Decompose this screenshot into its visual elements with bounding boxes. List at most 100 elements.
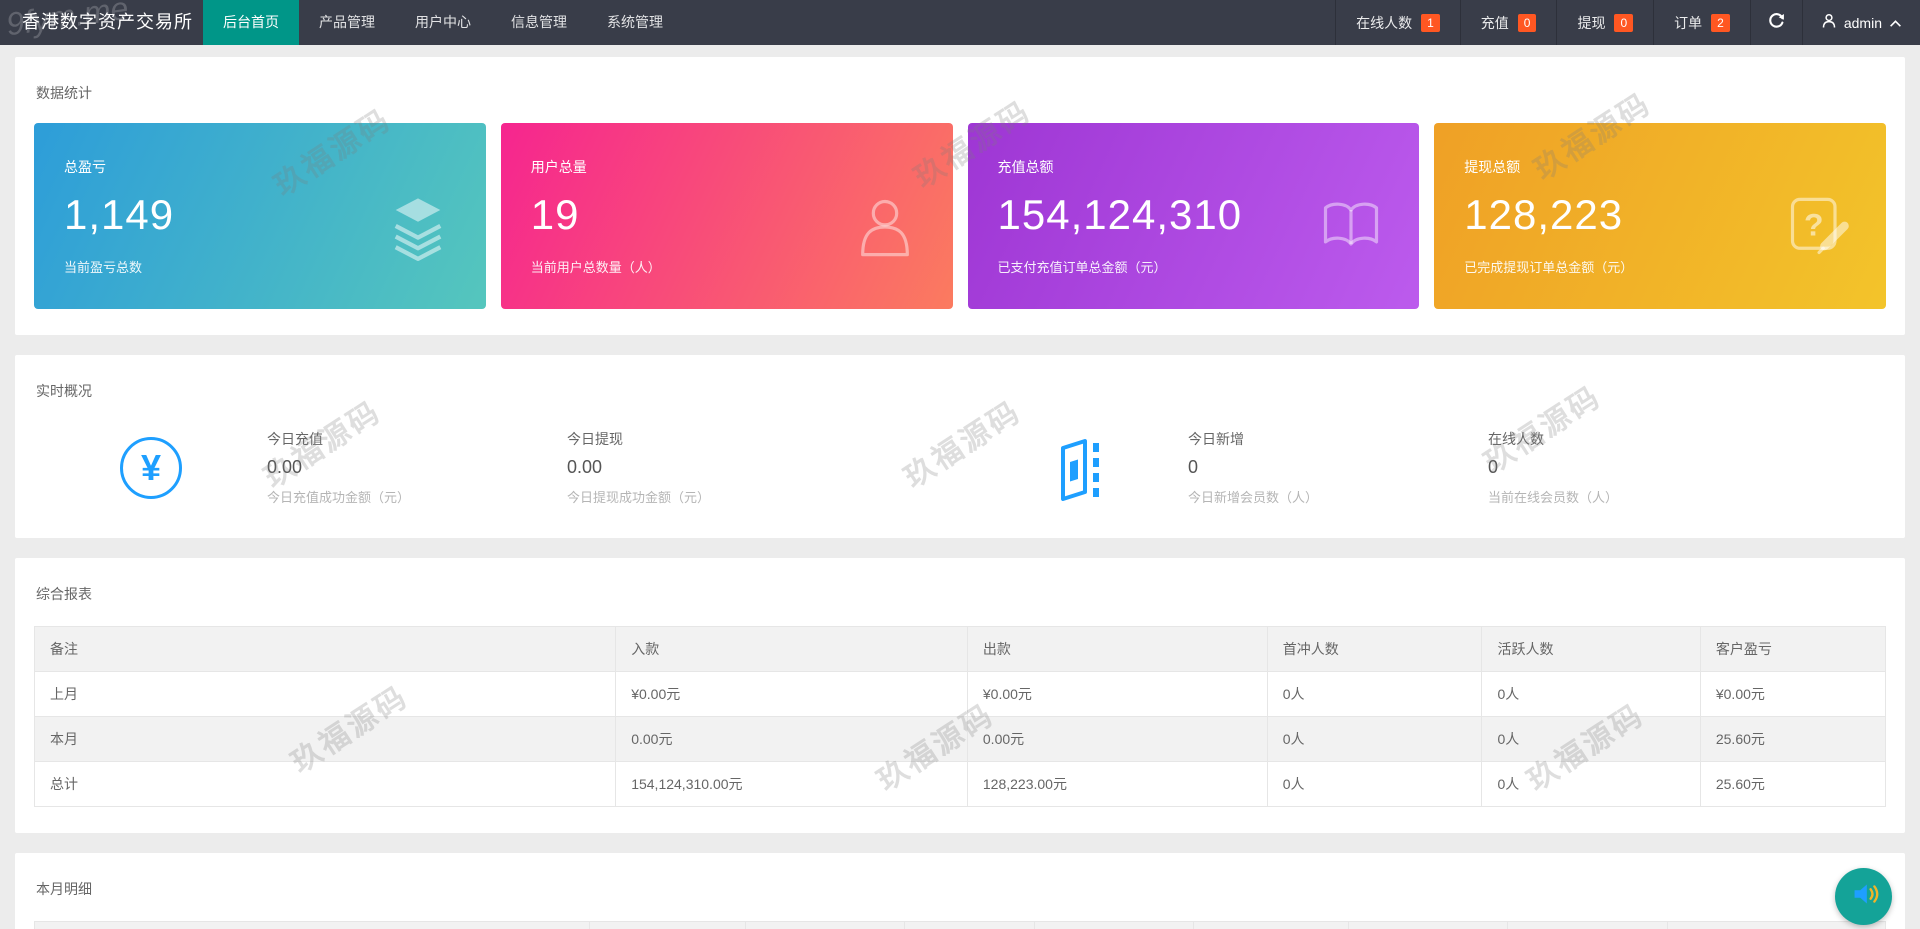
column-header: 出款 bbox=[966, 626, 1268, 672]
panel-month-detail: 本月明细 日期 新增用户 入款 出款 首冲人数 活跃人数 订单数量 bbox=[15, 853, 1905, 929]
card-label: 充值总额 bbox=[997, 159, 1054, 175]
table-row: 本月 0.00元 0.00元 0人 0人 25.60元 bbox=[33, 716, 1887, 762]
refresh-icon bbox=[1767, 11, 1786, 35]
person-icon bbox=[851, 193, 919, 261]
building-icon bbox=[1047, 435, 1113, 501]
stat-label: 今日充值 bbox=[267, 431, 323, 447]
table-header-row: 备注 入款 出款 首冲人数 活跃人数 客户盈亏 bbox=[33, 626, 1887, 672]
user-name: admin bbox=[1843, 14, 1882, 31]
speaker-icon bbox=[1847, 877, 1881, 916]
panel-summary-report: 综合报表 备注 入款 出款 首冲人数 活跃人数 客户盈亏 上月 ¥0.00元 ¥… bbox=[15, 558, 1905, 833]
nav-item-products[interactable]: 产品管理 bbox=[299, 0, 395, 45]
stat-caption: 今日提现成功金额（元） bbox=[567, 490, 711, 505]
realtime-stat-today-withdraw: 今日提现 0.00 今日提现成功金额（元） bbox=[567, 429, 1047, 506]
section-title: 实时概况 bbox=[36, 383, 92, 399]
yen-circle-icon: ¥ bbox=[120, 436, 182, 499]
stat-label: 今日提现 bbox=[567, 431, 623, 447]
main-content: 数据统计 总盈亏 1,149 当前盈亏总数 用户总量 19 当前用户总数量（人）… bbox=[0, 45, 1920, 929]
cell: ¥0.00元 bbox=[1699, 671, 1887, 717]
report-table: 备注 入款 出款 首冲人数 活跃人数 客户盈亏 上月 ¥0.00元 ¥0.00元… bbox=[33, 626, 1887, 807]
help-edit-icon: ? bbox=[1784, 193, 1852, 261]
panel-realtime-overview: 实时概况 ¥ 今日充值 0.00 今日充值成功金额（元） 今日提现 0.00 今… bbox=[15, 355, 1905, 538]
refresh-button[interactable] bbox=[1749, 0, 1802, 45]
topbar-right: 在线人数 1 充值 0 提现 0 订单 2 admin bbox=[1335, 0, 1920, 45]
stat-caption: 今日新增会员数（人） bbox=[1188, 490, 1319, 505]
status-badge: 0 bbox=[1517, 13, 1537, 32]
stat-caption: 今日充值成功金额（元） bbox=[267, 490, 411, 505]
cell: 0人 bbox=[1481, 761, 1701, 807]
cell: 本月 bbox=[33, 716, 617, 762]
table-row: 总计 154,124,310.00元 128,223.00元 0人 0人 25.… bbox=[33, 761, 1887, 807]
user-menu[interactable]: admin bbox=[1801, 0, 1920, 45]
panel-data-statistics: 数据统计 总盈亏 1,149 当前盈亏总数 用户总量 19 当前用户总数量（人）… bbox=[15, 57, 1905, 335]
nav-item-system[interactable]: 系统管理 bbox=[587, 0, 683, 45]
layers-icon bbox=[384, 193, 452, 261]
chevron-up-icon bbox=[1889, 15, 1902, 31]
section-title: 本月明细 bbox=[36, 881, 92, 897]
table-row: 上月 ¥0.00元 ¥0.00元 0人 0人 ¥0.00元 bbox=[33, 671, 1887, 717]
stat-value: 0 bbox=[1188, 457, 1199, 477]
app-logo: 香港数字资产交易所 bbox=[22, 12, 193, 32]
cell: ¥0.00元 bbox=[615, 671, 968, 717]
stat-card-total-recharge: 充值总额 154,124,310 已支付充值订单总金额（元） bbox=[967, 123, 1420, 309]
status-withdraw[interactable]: 提现 0 bbox=[1556, 0, 1653, 45]
nav-item-info[interactable]: 信息管理 bbox=[491, 0, 587, 45]
topbar: 香港数字资产交易所 后台首页 产品管理 用户中心 信息管理 系统管理 在线人数 … bbox=[0, 0, 1920, 45]
table-header-row: 日期 新增用户 入款 出款 首冲人数 活跃人数 订单数量 客户盈亏 流水 bbox=[33, 921, 1887, 929]
status-label: 充值 bbox=[1480, 14, 1509, 31]
column-header: 活跃人数 bbox=[1481, 626, 1701, 672]
column-header: 备注 bbox=[33, 626, 617, 672]
column-header: 客户盈亏 bbox=[1507, 921, 1668, 929]
cell: 25.60元 bbox=[1699, 761, 1887, 807]
detail-table: 日期 新增用户 入款 出款 首冲人数 活跃人数 订单数量 客户盈亏 流水 202… bbox=[33, 921, 1887, 929]
stat-label: 今日新增 bbox=[1188, 431, 1244, 447]
card-label: 提现总额 bbox=[1464, 159, 1521, 175]
nav-item-dashboard[interactable]: 后台首页 bbox=[203, 0, 299, 45]
column-header: 新增用户 bbox=[589, 921, 746, 929]
column-header: 客户盈亏 bbox=[1699, 626, 1887, 672]
cell: ¥0.00元 bbox=[966, 671, 1268, 717]
status-badge: 2 bbox=[1711, 13, 1730, 32]
column-header: 订单数量 bbox=[1348, 921, 1509, 929]
status-recharge[interactable]: 充值 0 bbox=[1459, 0, 1557, 45]
realtime-stat-today-recharge: 今日充值 0.00 今日充值成功金额（元） bbox=[267, 429, 567, 506]
section-title: 数据统计 bbox=[36, 85, 92, 101]
status-label: 提现 bbox=[1577, 14, 1606, 31]
column-header: 入款 bbox=[744, 921, 905, 929]
column-header: 活跃人数 bbox=[1192, 921, 1350, 929]
nav-item-users[interactable]: 用户中心 bbox=[395, 0, 491, 45]
svg-text:?: ? bbox=[1804, 207, 1823, 243]
status-orders[interactable]: 订单 2 bbox=[1653, 0, 1750, 45]
stat-value: 0.00 bbox=[267, 457, 303, 477]
stat-card-total-withdraw: 提现总额 128,223 已完成提现订单总金额（元） ? bbox=[1434, 123, 1886, 309]
stat-label: 在线人数 bbox=[1488, 431, 1544, 447]
cell: 0.00元 bbox=[966, 716, 1268, 762]
cell: 0人 bbox=[1266, 671, 1483, 717]
cell: 25.60元 bbox=[1699, 716, 1887, 762]
realtime-stat-new-today: 今日新增 0 今日新增会员数（人） bbox=[1188, 429, 1488, 506]
stat-card-total-profit: 总盈亏 1,149 当前盈亏总数 bbox=[34, 123, 486, 309]
cell: 总计 bbox=[33, 761, 617, 807]
cell: 0人 bbox=[1481, 671, 1701, 717]
yen-glyph: ¥ bbox=[140, 446, 162, 488]
column-header: 首冲人数 bbox=[1266, 626, 1483, 672]
card-label: 总盈亏 bbox=[64, 159, 106, 175]
stat-cards: 总盈亏 1,149 当前盈亏总数 用户总量 19 当前用户总数量（人） 充值总额… bbox=[15, 103, 1905, 335]
column-header: 首冲人数 bbox=[1033, 921, 1194, 929]
cell: 上月 bbox=[33, 671, 617, 717]
detail-table-wrap: 日期 新增用户 入款 出款 首冲人数 活跃人数 订单数量 客户盈亏 流水 202… bbox=[15, 899, 1905, 929]
section-title: 综合报表 bbox=[36, 586, 92, 602]
open-book-icon bbox=[1317, 193, 1385, 261]
cell: 0人 bbox=[1266, 716, 1483, 762]
column-header: 日期 bbox=[33, 921, 591, 929]
status-online-users[interactable]: 在线人数 1 bbox=[1335, 0, 1460, 45]
report-table-wrap: 备注 入款 出款 首冲人数 活跃人数 客户盈亏 上月 ¥0.00元 ¥0.00元… bbox=[15, 604, 1905, 833]
cell: 0人 bbox=[1481, 716, 1701, 762]
cell: 154,124,310.00元 bbox=[615, 761, 968, 807]
stat-card-total-users: 用户总量 19 当前用户总数量（人） bbox=[500, 123, 953, 309]
column-header: 入款 bbox=[615, 626, 968, 672]
cell: 0.00元 bbox=[615, 716, 968, 762]
stat-value: 0.00 bbox=[567, 457, 603, 477]
cell: 0人 bbox=[1266, 761, 1483, 807]
sound-float-button[interactable] bbox=[1835, 868, 1892, 925]
